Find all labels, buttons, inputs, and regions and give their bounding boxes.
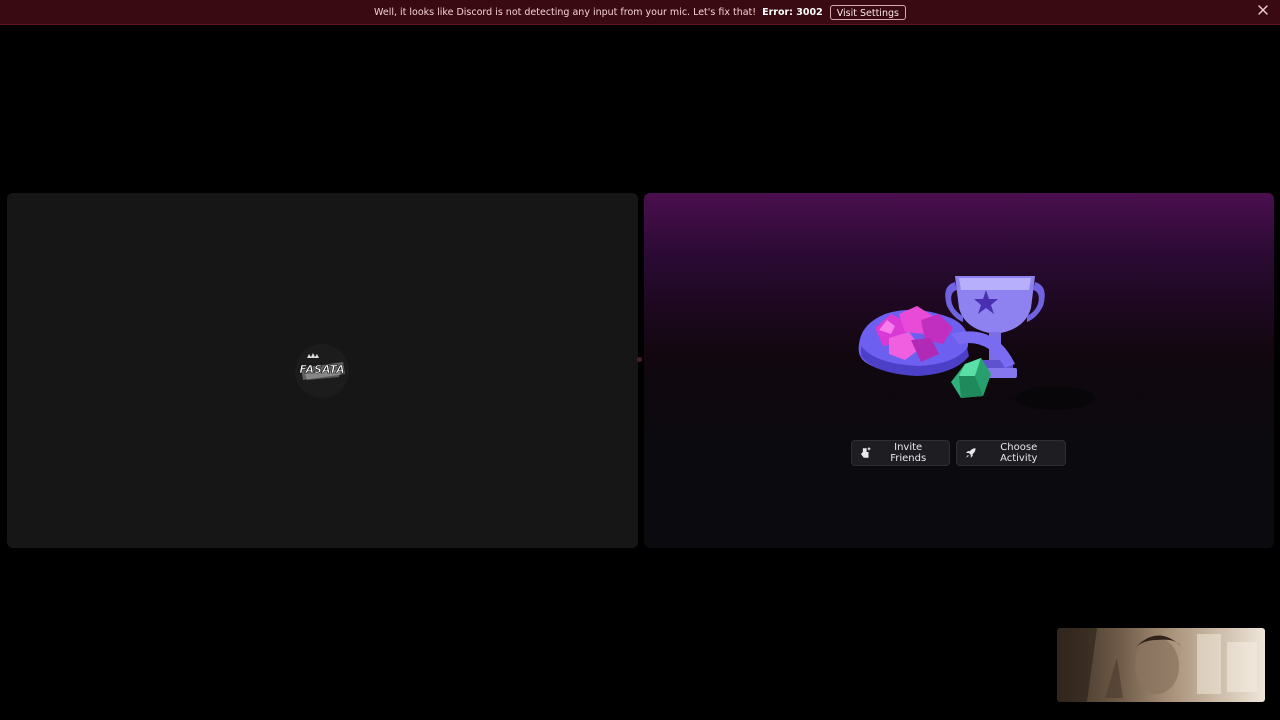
close-icon[interactable] xyxy=(1256,5,1270,19)
error-code: Error: 3002 xyxy=(762,6,823,18)
add-friend-icon xyxy=(860,447,871,458)
tile-divider-handle[interactable] xyxy=(637,357,642,362)
visit-settings-button[interactable]: Visit Settings xyxy=(829,4,906,20)
avatar-text: FASATA xyxy=(299,363,344,376)
notice-message: Well, it looks like Discord is not detec… xyxy=(374,6,757,18)
choose-activity-button[interactable]: Choose Activity xyxy=(956,440,1066,466)
choose-activity-label: Choose Activity xyxy=(1000,442,1038,464)
user-avatar[interactable]: FASATA xyxy=(295,344,349,398)
invite-friends-button[interactable]: Invite Friends xyxy=(851,440,950,466)
rocket-icon xyxy=(965,448,976,458)
activities-illustration xyxy=(858,276,1095,410)
self-camera-preview[interactable] xyxy=(1057,628,1265,702)
call-view: Well, it looks like Discord is not detec… xyxy=(0,0,1280,720)
mic-warning-notice: Well, it looks like Discord is not detec… xyxy=(0,0,1280,25)
invite-friends-label: Invite Friends xyxy=(890,442,927,464)
